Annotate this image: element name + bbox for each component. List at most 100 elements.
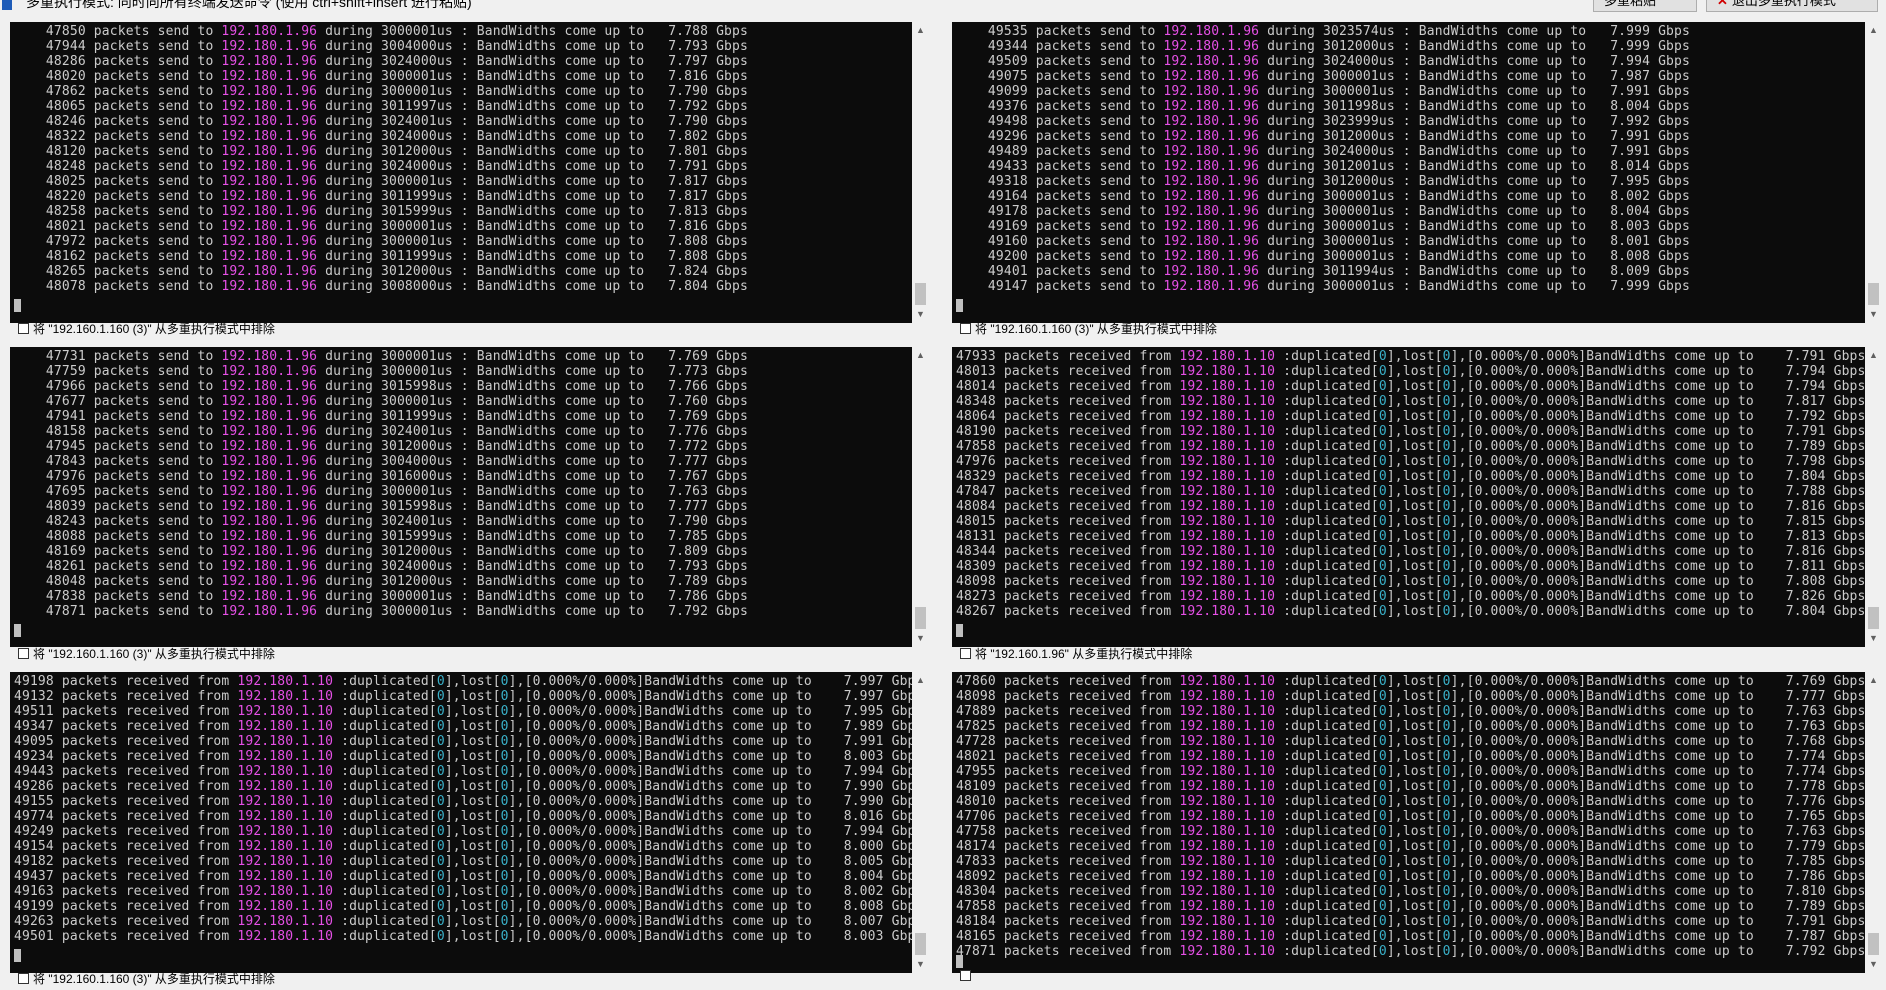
- packet-count: 47850: [14, 24, 86, 39]
- multi-paste-button[interactable]: 多重粘贴: [1593, 0, 1697, 12]
- terminal-output[interactable]: 47850 packets send to 192.180.1.96 durin…: [10, 22, 929, 323]
- terminal-line: 49347 packets received from 192.180.1.10…: [14, 719, 924, 734]
- scroll-up-icon[interactable]: ▲: [912, 672, 929, 689]
- exclude-checkbox[interactable]: [18, 323, 29, 334]
- during-label: during: [325, 159, 374, 174]
- target-ip: 192.180.1.96: [1163, 69, 1260, 84]
- exclude-checkbox-row[interactable]: [960, 970, 975, 981]
- lost-count: 0: [500, 689, 509, 704]
- unit: Gbps: [1833, 674, 1866, 689]
- scroll-down-icon[interactable]: ▼: [912, 630, 929, 647]
- vertical-scrollbar[interactable]: ▲ ▼: [912, 672, 929, 973]
- unit: Gbps: [1833, 604, 1866, 619]
- unit: Gbps: [1658, 159, 1690, 174]
- exclude-checkbox-row[interactable]: 将 "192.160.1.96" 从多重执行模式中排除: [960, 645, 1192, 662]
- exclude-checkbox[interactable]: [960, 648, 971, 659]
- exclude-checkbox[interactable]: [960, 970, 971, 981]
- vertical-scrollbar[interactable]: ▲ ▼: [1865, 22, 1882, 323]
- bandwidth-value: 7.817: [1785, 394, 1826, 409]
- duration: 3000001us: [381, 604, 453, 619]
- exclude-checkbox-row[interactable]: 将 "192.160.1.160 (3)" 从多重执行模式中排除: [18, 645, 275, 662]
- scroll-up-icon[interactable]: ▲: [1865, 672, 1882, 689]
- exclude-checkbox[interactable]: [960, 323, 971, 334]
- bandwidth-value: 7.804: [1785, 604, 1826, 619]
- recv-label: packets received from: [1003, 839, 1172, 854]
- terminal-line: 48169 packets send to 192.180.1.96 durin…: [14, 544, 748, 559]
- send-label: packets send to: [93, 114, 214, 129]
- percent-label: ,[0.000%/0.000%]: [1458, 589, 1587, 604]
- vertical-scrollbar[interactable]: ▲ ▼: [1865, 672, 1882, 973]
- vertical-scrollbar[interactable]: ▲ ▼: [912, 347, 929, 647]
- scroll-down-icon[interactable]: ▼: [912, 956, 929, 973]
- terminal-line: 47758 packets received from 192.180.1.10…: [956, 824, 1866, 839]
- scroll-up-icon[interactable]: ▲: [1865, 22, 1882, 39]
- packet-count: 48265: [14, 264, 86, 279]
- scroll-down-icon[interactable]: ▼: [1865, 306, 1882, 323]
- packet-count: 48084: [956, 499, 996, 514]
- bandwidth-value: 7.813: [668, 204, 709, 219]
- bandwidth-label: : BandWidths come up to: [1402, 144, 1587, 159]
- lost-count: 0: [1442, 824, 1451, 839]
- terminal-cursor: [14, 299, 21, 312]
- exclude-checkbox-row[interactable]: 将 "192.160.1.160 (3)" 从多重执行模式中排除: [18, 320, 275, 337]
- terminal-line: 48078 packets send to 192.180.1.96 durin…: [14, 279, 748, 294]
- terminal-output[interactable]: 49535 packets send to 192.180.1.96 durin…: [952, 22, 1882, 323]
- scrollbar-thumb[interactable]: [1868, 607, 1879, 629]
- vertical-scrollbar[interactable]: ▲ ▼: [912, 22, 929, 323]
- terminal-output[interactable]: 47860 packets received from 192.180.1.10…: [952, 672, 1882, 973]
- lost-count: 0: [500, 704, 509, 719]
- target-ip: 192.180.1.96: [221, 424, 318, 439]
- terminal-line: 49169 packets send to 192.180.1.96 durin…: [956, 219, 1690, 234]
- scroll-up-icon[interactable]: ▲: [912, 22, 929, 39]
- vertical-scrollbar[interactable]: ▲ ▼: [1865, 347, 1882, 647]
- send-label: packets send to: [93, 499, 214, 514]
- terminal-pane: 47731 packets send to 192.180.1.96 durin…: [10, 347, 929, 665]
- packet-count: 48021: [956, 749, 996, 764]
- lost-count: 0: [1442, 764, 1451, 779]
- scrollbar-thumb[interactable]: [1868, 933, 1879, 955]
- terminal-output[interactable]: 49198 packets received from 192.180.1.10…: [10, 672, 929, 973]
- bandwidth-value: 8.004: [1610, 99, 1651, 114]
- unit: Gbps: [716, 454, 748, 469]
- bandwidth-value: 7.992: [1610, 114, 1651, 129]
- duration: 3000001us: [1323, 84, 1395, 99]
- recv-label: packets received from: [61, 869, 230, 884]
- scrollbar-thumb[interactable]: [915, 607, 926, 629]
- duplicated-count: 0: [436, 869, 445, 884]
- exit-multi-exec-button[interactable]: ✕ 退出多重执行模式: [1706, 0, 1878, 12]
- scroll-down-icon[interactable]: ▼: [1865, 630, 1882, 647]
- terminal-line: 49437 packets received from 192.180.1.10…: [14, 869, 924, 884]
- exclude-checkbox-row[interactable]: 将 "192.160.1.160 (3)" 从多重执行模式中排除: [18, 970, 275, 987]
- terminal-cursor: [956, 955, 963, 968]
- exclude-checkbox[interactable]: [18, 973, 29, 984]
- exclude-checkbox-row[interactable]: 将 "192.160.1.160 (3)" 从多重执行模式中排除: [960, 320, 1217, 337]
- recv-label: packets received from: [61, 704, 230, 719]
- source-ip: 192.180.1.10: [1179, 439, 1276, 454]
- terminal-output[interactable]: 47933 packets received from 192.180.1.10…: [952, 347, 1882, 647]
- scroll-down-icon[interactable]: ▼: [912, 306, 929, 323]
- during-label: during: [325, 219, 374, 234]
- duplicated-label: :duplicated: [341, 764, 429, 779]
- lost-count: 0: [1442, 604, 1451, 619]
- scroll-down-icon[interactable]: ▼: [1865, 956, 1882, 973]
- target-ip: 192.180.1.96: [221, 589, 318, 604]
- lost-count: 0: [1442, 779, 1451, 794]
- send-label: packets send to: [93, 484, 214, 499]
- recv-label: packets received from: [1003, 604, 1172, 619]
- scrollbar-thumb[interactable]: [915, 933, 926, 955]
- lost-label: ,lost: [452, 689, 493, 704]
- packet-count: 49344: [956, 39, 1028, 54]
- terminal-line: 47695 packets send to 192.180.1.96 durin…: [14, 484, 748, 499]
- terminal-output[interactable]: 47731 packets send to 192.180.1.96 durin…: [10, 347, 929, 647]
- duration: 3000001us: [381, 484, 453, 499]
- packet-count: 47833: [956, 854, 996, 869]
- exclude-checkbox[interactable]: [18, 648, 29, 659]
- scrollbar-thumb[interactable]: [915, 283, 926, 305]
- duplicated-count: 0: [436, 824, 445, 839]
- source-ip: 192.180.1.10: [237, 839, 334, 854]
- scroll-up-icon[interactable]: ▲: [912, 347, 929, 364]
- during-label: during: [325, 279, 374, 294]
- scroll-up-icon[interactable]: ▲: [1865, 347, 1882, 364]
- duplicated-count: 0: [436, 704, 445, 719]
- scrollbar-thumb[interactable]: [1868, 283, 1879, 305]
